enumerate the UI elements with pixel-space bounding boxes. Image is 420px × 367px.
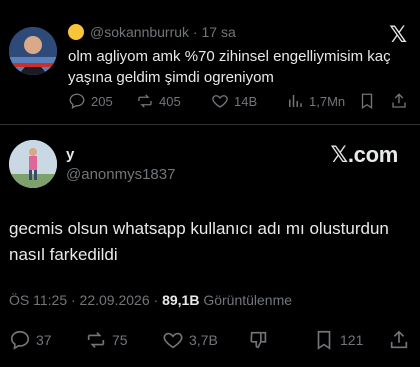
quoted-header: @sokannburruk · 17 sa xyxy=(68,24,236,40)
author-name[interactable]: y xyxy=(66,146,74,163)
quoted-reply-button[interactable]: 205 xyxy=(68,92,113,110)
zany-face-emoji-icon xyxy=(68,24,84,40)
quoted-reply-count: 205 xyxy=(91,93,113,109)
tweet-view-count: 89,1B xyxy=(162,292,200,308)
reply-button[interactable]: 37 xyxy=(9,329,52,351)
author-handle[interactable]: @anonmys1837 xyxy=(66,166,175,183)
quoted-bookmark-button[interactable] xyxy=(358,92,376,110)
bookmark-count: 121 xyxy=(340,332,364,348)
reply-count: 37 xyxy=(36,332,52,348)
quoted-view-count: 1,7Mn xyxy=(309,93,346,109)
tweet-text: gecmis olsun whatsapp kullanıcı adı mı o… xyxy=(9,219,389,264)
dislike-button[interactable] xyxy=(248,329,270,351)
share-icon xyxy=(390,330,408,349)
repost-count: 75 xyxy=(112,332,128,348)
views-label: Görüntülenme xyxy=(199,292,293,308)
quoted-share-button[interactable] xyxy=(390,92,408,110)
x-com-watermark: 𝕏.com xyxy=(330,142,398,167)
repost-icon xyxy=(138,94,152,108)
quoted-tweet: @sokannburruk · 17 sa 𝕏 olm agliyom amk … xyxy=(0,0,420,120)
repost-button[interactable]: 75 xyxy=(85,329,128,351)
divider xyxy=(0,124,420,125)
tweet-actions: 37 75 3,7B 121 xyxy=(0,329,420,353)
views-chart-icon xyxy=(289,95,302,107)
quoted-avatar[interactable] xyxy=(9,27,57,75)
repost-icon xyxy=(87,332,105,348)
quoted-repost-count: 405 xyxy=(159,93,181,109)
like-button[interactable]: 3,7B xyxy=(162,329,218,351)
quoted-handle[interactable]: @sokannburruk xyxy=(90,24,189,40)
quoted-text: olm agliyom amk %70 zihinsel engelliymis… xyxy=(68,48,391,86)
heart-icon xyxy=(212,95,228,108)
bookmark-icon xyxy=(361,93,373,110)
bookmark-icon xyxy=(317,330,331,350)
tweet-meta: ÖS 11:25 · 22.09.2026 · 89,1B Görüntülen… xyxy=(9,292,292,308)
author-avatar[interactable] xyxy=(9,140,57,188)
share-button[interactable] xyxy=(388,329,410,351)
reply-icon xyxy=(10,330,30,350)
like-count: 3,7B xyxy=(189,332,218,348)
quoted-time: 17 sa xyxy=(201,24,236,40)
share-icon xyxy=(392,93,406,108)
quoted-actions: 205 405 14B 1,7Mn xyxy=(68,92,413,114)
heart-icon xyxy=(163,332,183,349)
tweet-timestamp[interactable]: ÖS 11:25 · 22.09.2026 · xyxy=(9,292,162,308)
thumbs-down-icon xyxy=(250,331,267,349)
bookmark-button[interactable]: 121 xyxy=(313,329,363,351)
x-logo-icon: 𝕏 xyxy=(389,22,407,47)
quoted-repost-button[interactable]: 405 xyxy=(136,92,181,110)
quoted-like-button[interactable]: 14B xyxy=(211,92,257,110)
quoted-like-count: 14B xyxy=(234,93,258,109)
quoted-views-button[interactable]: 1,7Mn xyxy=(286,92,345,110)
reply-icon xyxy=(69,93,85,110)
